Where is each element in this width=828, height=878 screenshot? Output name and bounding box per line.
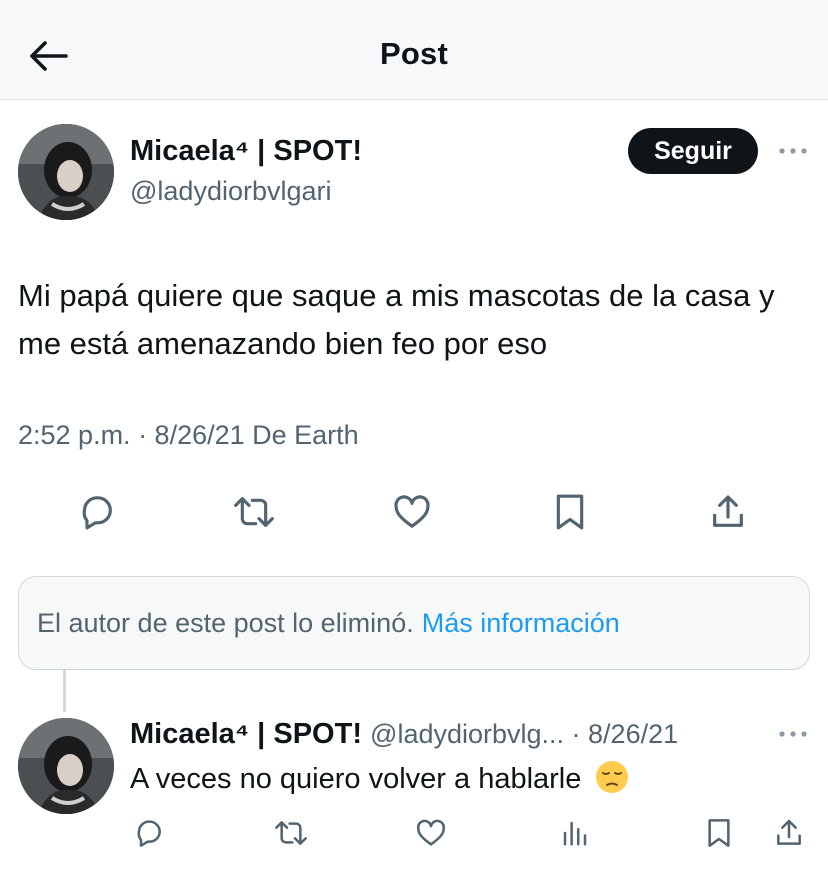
- reply-bookmark-button[interactable]: [696, 810, 742, 856]
- reply-button[interactable]: [71, 486, 123, 538]
- deleted-post-notice: El autor de este post lo eliminó. Más in…: [18, 576, 810, 670]
- bookmark-icon: [556, 494, 584, 530]
- retweet-button[interactable]: [228, 486, 280, 538]
- author-handle[interactable]: @ladydiorbvlgari: [130, 174, 362, 208]
- more-options-button[interactable]: [776, 141, 810, 161]
- retweet-icon: [234, 497, 274, 527]
- bookmark-button[interactable]: [544, 486, 596, 538]
- author-info: Micaela⁴ | SPOT! @ladydiorbvlgari: [130, 134, 362, 208]
- reply-like-button[interactable]: [408, 810, 454, 856]
- more-icon: [779, 731, 807, 737]
- follow-button[interactable]: Seguir: [628, 128, 758, 174]
- views-icon: [563, 821, 587, 846]
- reply-header: Micaela⁴ | SPOT! @ladydiorbvlg... · 8/26…: [130, 716, 678, 752]
- pensive-face-emoji: [596, 761, 629, 794]
- like-icon: [394, 495, 430, 528]
- author-avatar[interactable]: [18, 124, 114, 220]
- reply-actions: [0, 810, 828, 856]
- reply-author-name[interactable]: Micaela⁴ | SPOT!: [130, 718, 362, 750]
- post-actions: [0, 486, 828, 538]
- more-icon: [779, 148, 807, 154]
- reply-icon: [137, 820, 161, 847]
- reply-share-button[interactable]: [766, 810, 812, 856]
- reply-meta[interactable]: @ladydiorbvlg... · 8/26/21: [370, 719, 678, 749]
- deleted-notice-text: El autor de este post lo eliminó.: [37, 607, 414, 638]
- reply-text: A veces no quiero volver a hablarle: [130, 763, 582, 795]
- like-icon: [416, 819, 446, 846]
- share-icon: [777, 819, 801, 845]
- reply-avatar[interactable]: [18, 718, 114, 814]
- reply-icon: [82, 496, 112, 530]
- reply-text-line: A veces no quiero volver a hablarle: [130, 760, 629, 798]
- share-button[interactable]: [702, 486, 754, 538]
- reply-views-button[interactable]: [552, 810, 598, 856]
- reply-reply-button[interactable]: [126, 810, 172, 856]
- share-icon: [713, 495, 743, 527]
- thread-connector: [63, 670, 66, 712]
- post-meta[interactable]: 2:52 p.m. · 8/26/21 De Earth: [18, 420, 359, 451]
- post-text: Mi papá quiere que saque a mis mascotas …: [18, 278, 775, 361]
- reply-more-options-button[interactable]: [776, 724, 810, 744]
- bookmark-icon: [708, 819, 730, 847]
- top-bar: Post: [0, 0, 828, 100]
- author-name[interactable]: Micaela⁴ | SPOT!: [130, 134, 362, 168]
- retweet-icon: [275, 821, 307, 845]
- like-button[interactable]: [386, 486, 438, 538]
- page-title: Post: [380, 36, 448, 71]
- more-info-link[interactable]: Más información: [422, 608, 620, 639]
- reply-retweet-button[interactable]: [268, 810, 314, 856]
